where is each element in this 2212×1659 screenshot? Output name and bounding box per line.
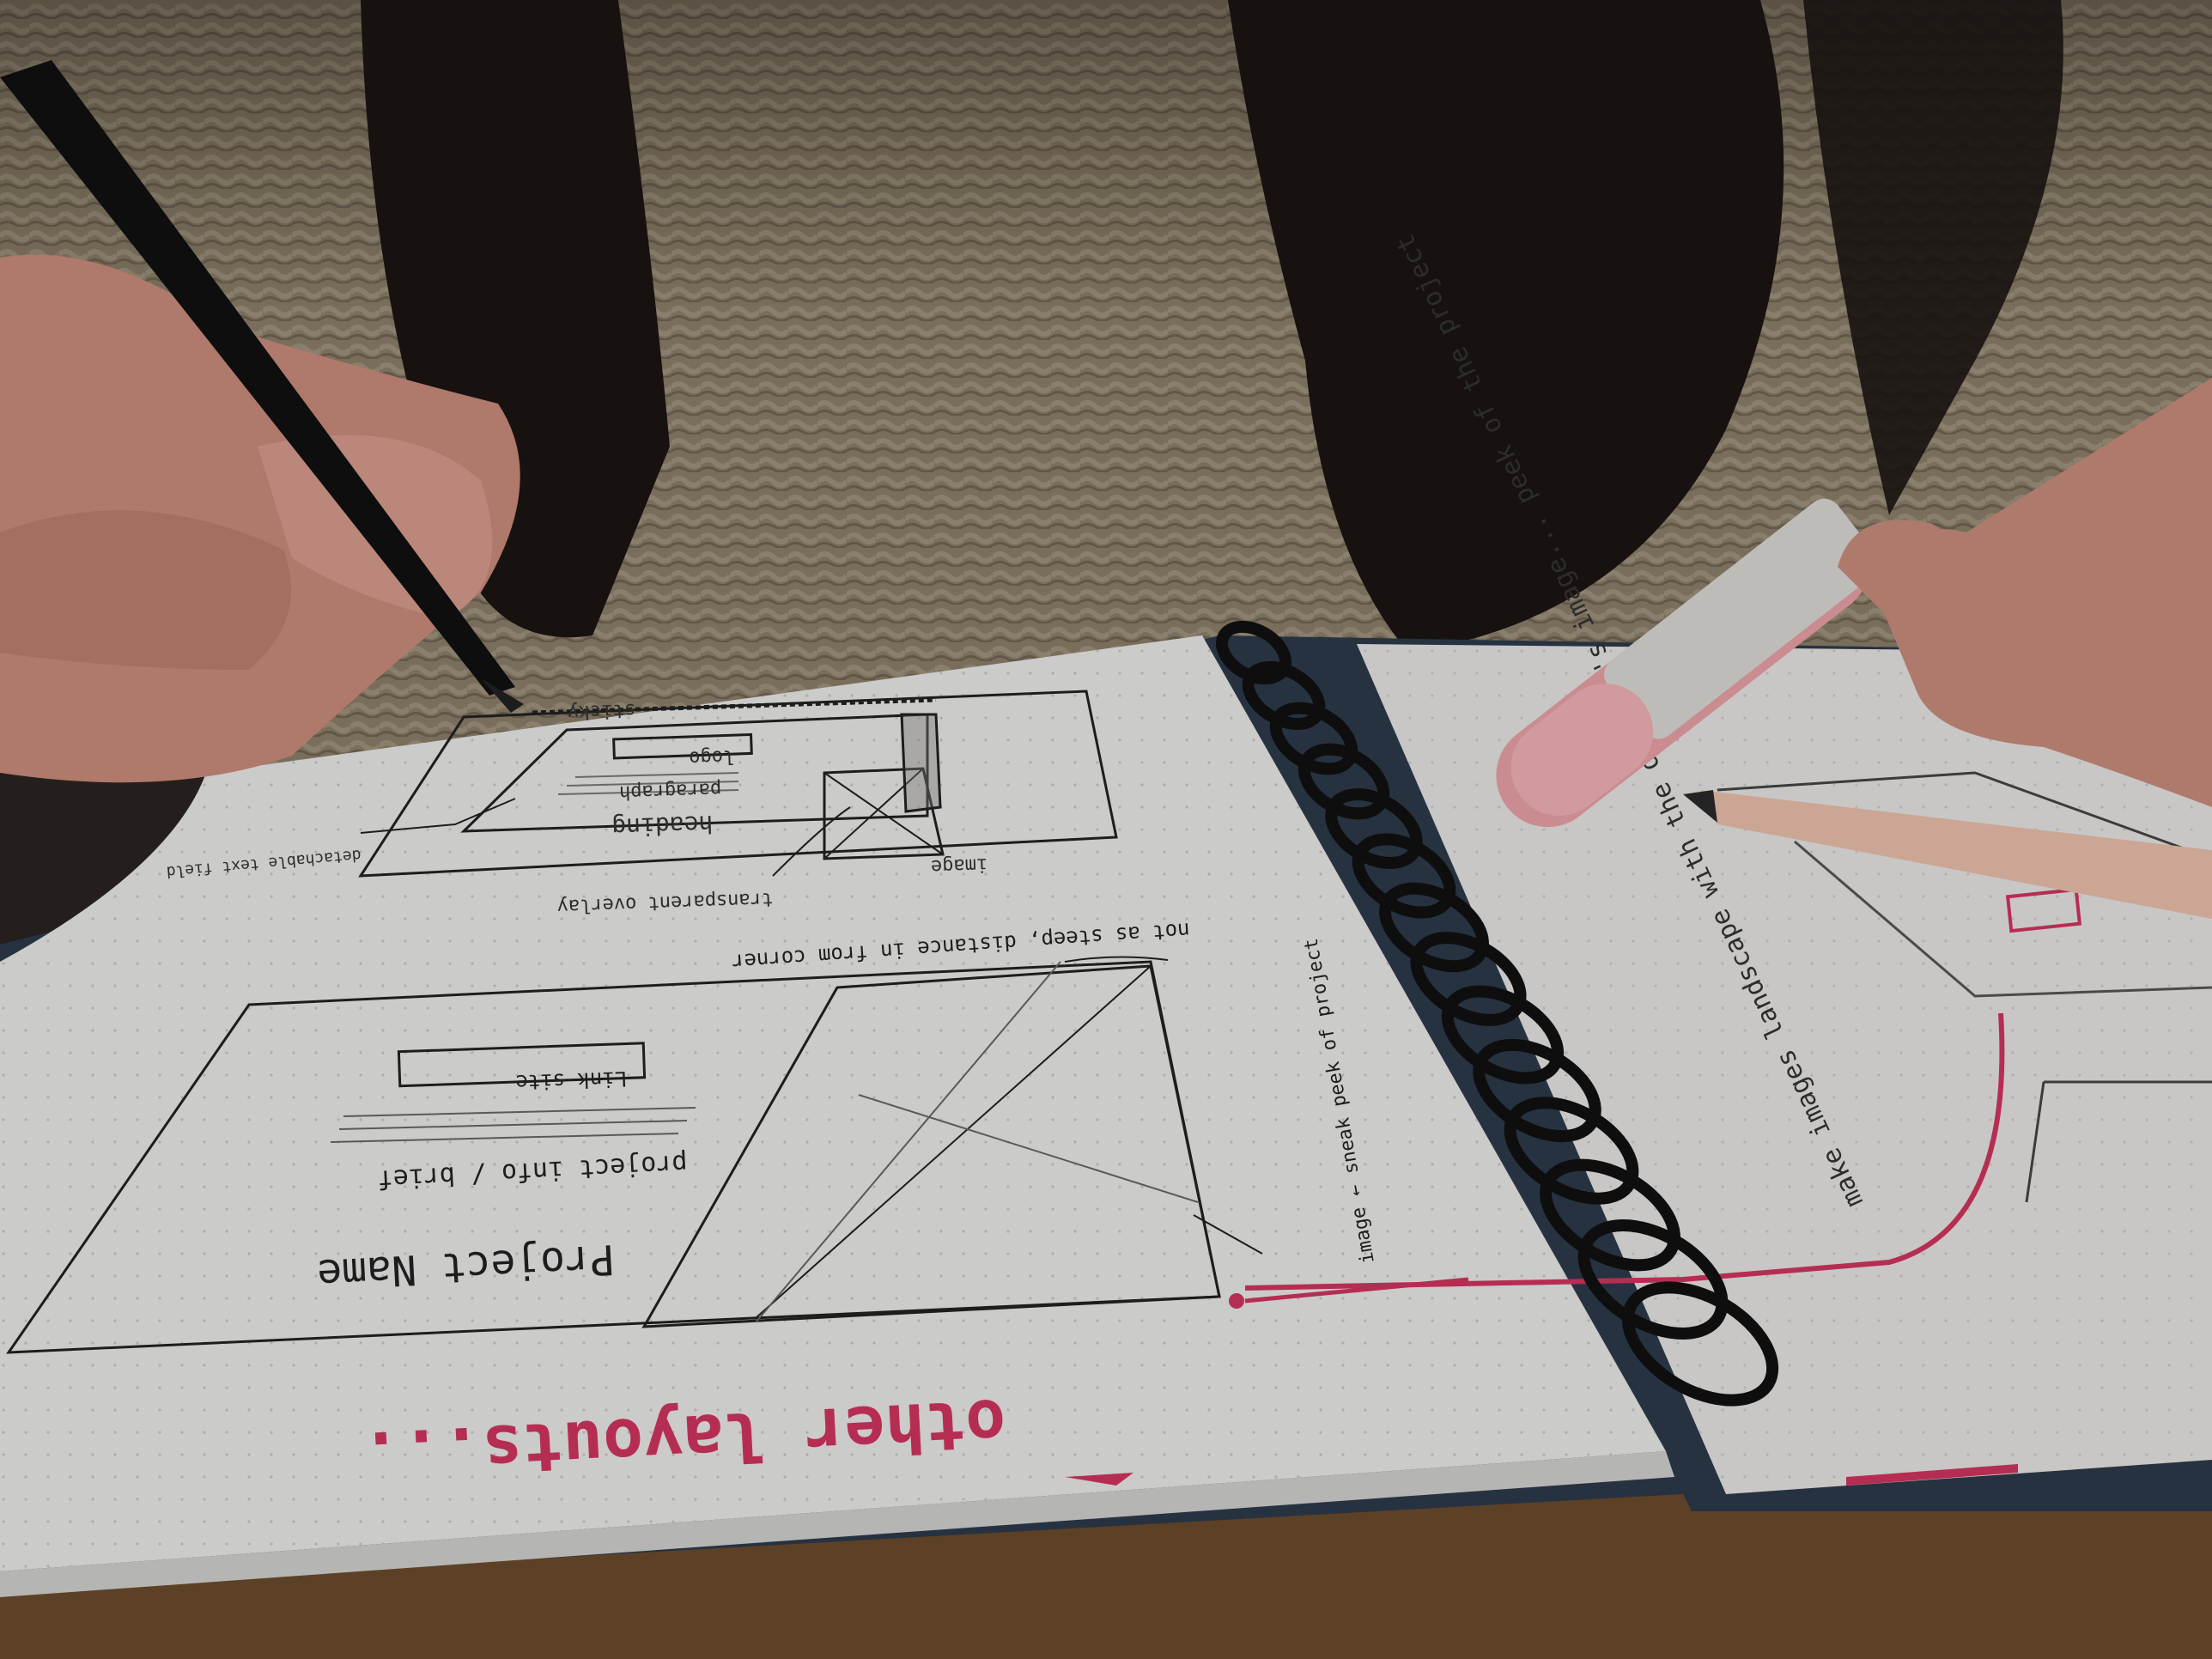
photo-scene: make images landscape with the overlay's… — [0, 0, 2212, 1659]
